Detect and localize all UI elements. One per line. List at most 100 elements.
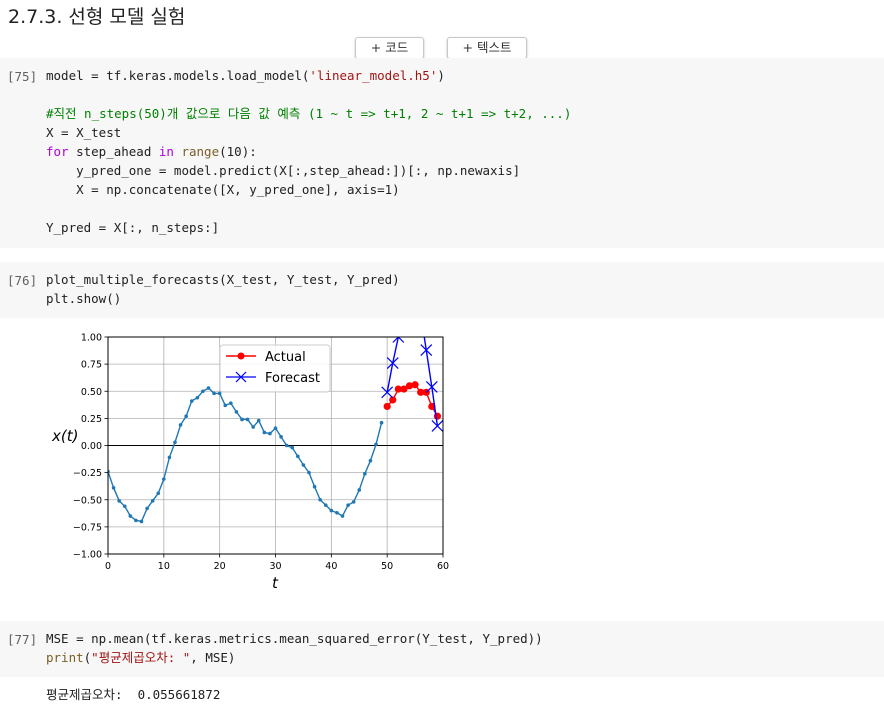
x-axis-label: t bbox=[272, 574, 279, 592]
y-tick-label: −1.00 bbox=[73, 550, 102, 561]
data-point bbox=[368, 458, 373, 463]
data-point bbox=[189, 399, 194, 403]
x-tick-label: 40 bbox=[325, 561, 337, 572]
code-cell[interactable]: [75] model = tf.keras.models.load_model(… bbox=[0, 58, 884, 248]
data-point bbox=[195, 395, 200, 400]
y-tick-label: −0.75 bbox=[73, 522, 102, 533]
code-line: for step_ahead in range(10): bbox=[46, 144, 257, 159]
execution-count: [75] bbox=[7, 69, 38, 84]
data-point bbox=[122, 504, 127, 509]
data-point bbox=[178, 423, 183, 427]
code-editor[interactable]: MSE = np.mean(tf.keras.metrics.mean_squa… bbox=[46, 629, 543, 667]
legend-forecast-label: Forecast bbox=[265, 371, 320, 386]
code-line: model = tf.keras.models.load_model('line… bbox=[46, 68, 445, 83]
data-point bbox=[346, 503, 350, 507]
y-tick-label: −0.25 bbox=[73, 468, 102, 479]
data-point bbox=[240, 417, 244, 422]
actual-point bbox=[433, 412, 442, 420]
code-cell[interactable]: [77] MSE = np.mean(tf.keras.metrics.mean… bbox=[0, 621, 884, 677]
data-point bbox=[301, 463, 306, 467]
series-time-series bbox=[108, 386, 384, 524]
data-point bbox=[156, 491, 161, 496]
actual-point bbox=[383, 402, 391, 411]
legend-actual-label: Actual bbox=[265, 350, 306, 365]
add-code-button[interactable]: + 코드 bbox=[355, 37, 424, 59]
code-line: #직전 n_steps(50)개 값으로 다음 값 예측 (1 ~ t => t… bbox=[46, 106, 572, 121]
data-point bbox=[184, 414, 188, 419]
data-point bbox=[296, 454, 300, 459]
execution-count: [77] bbox=[7, 632, 38, 647]
legend-actual-marker bbox=[237, 352, 245, 360]
series-line bbox=[108, 387, 383, 523]
data-point bbox=[201, 389, 205, 394]
y-tick-label: −0.50 bbox=[73, 495, 102, 506]
code-cell[interactable]: [76] plot_multiple_forecasts(X_test, Y_t… bbox=[0, 262, 884, 318]
data-point bbox=[284, 443, 289, 448]
data-point bbox=[229, 401, 233, 405]
y-tick-label: 0.25 bbox=[81, 414, 102, 425]
code-editor[interactable]: model = tf.keras.models.load_model('line… bbox=[46, 66, 571, 237]
x-tick-label: 50 bbox=[381, 561, 393, 572]
data-point bbox=[217, 391, 222, 396]
data-point bbox=[117, 499, 121, 503]
data-point bbox=[167, 455, 172, 460]
data-point bbox=[134, 518, 138, 523]
data-point bbox=[162, 477, 166, 481]
data-point bbox=[234, 410, 239, 414]
data-point bbox=[374, 442, 378, 447]
data-point bbox=[290, 445, 295, 450]
data-point bbox=[318, 497, 322, 502]
data-point bbox=[323, 503, 328, 507]
data-point bbox=[251, 425, 255, 429]
legend: Actual Forecast bbox=[219, 344, 331, 393]
x-tick-label: 20 bbox=[214, 561, 226, 572]
data-point bbox=[111, 486, 116, 490]
y-axis-label: x(t) bbox=[51, 427, 78, 445]
x-tick-label: 0 bbox=[105, 561, 111, 572]
data-point bbox=[329, 508, 334, 513]
series-forecast bbox=[381, 337, 443, 432]
data-point bbox=[357, 488, 362, 492]
data-point bbox=[262, 430, 267, 435]
data-point bbox=[150, 499, 155, 503]
x-tick-label: 10 bbox=[158, 561, 170, 572]
data-point bbox=[139, 519, 144, 524]
data-point bbox=[351, 500, 356, 504]
cell-output: 평균제곱오차: 0.055661872 bbox=[46, 687, 221, 702]
data-point bbox=[268, 431, 272, 436]
add-text-button[interactable]: + 텍스트 bbox=[447, 37, 527, 59]
data-point bbox=[363, 471, 367, 476]
x-tick-label: 60 bbox=[437, 561, 449, 572]
x-tick-label: 30 bbox=[269, 561, 281, 572]
data-point bbox=[223, 403, 228, 408]
code-line: y_pred_one = model.predict(X[:,step_ahea… bbox=[46, 163, 521, 178]
data-point bbox=[173, 440, 177, 445]
data-point bbox=[212, 391, 216, 396]
code-editor[interactable]: plot_multiple_forecasts(X_test, Y_test, … bbox=[46, 270, 400, 308]
forecast-point bbox=[386, 357, 399, 369]
data-point bbox=[312, 484, 317, 489]
data-point bbox=[307, 470, 311, 475]
data-point bbox=[279, 435, 283, 439]
code-line: print("평균제곱오차: ", MSE) bbox=[46, 650, 236, 665]
data-point bbox=[273, 426, 278, 430]
data-point bbox=[128, 514, 133, 518]
y-tick-label: 1.00 bbox=[81, 333, 102, 344]
data-point bbox=[256, 418, 261, 423]
forecast-plot: 0 10 20 30 40 50 60 −1.00 −0.75 −0.50 −0.25 0.00 0.2… bbox=[51, 333, 449, 593]
code-line: X = np.concatenate([X, y_pred_one], axis… bbox=[46, 182, 400, 197]
data-point bbox=[335, 510, 339, 515]
data-point bbox=[206, 386, 211, 390]
data-point bbox=[145, 506, 149, 511]
code-line: Y_pred = X[:, n_steps:] bbox=[46, 220, 220, 235]
data-point bbox=[340, 514, 345, 518]
y-tick-label: 0.75 bbox=[81, 360, 102, 371]
section-title: 2.7.3. 선형 모델 실험 bbox=[8, 6, 186, 28]
data-point bbox=[379, 420, 384, 425]
code-line: plot_multiple_forecasts(X_test, Y_test, … bbox=[46, 272, 400, 287]
y-tick-label: 0.50 bbox=[81, 387, 102, 398]
y-tick-label: 0.00 bbox=[81, 441, 102, 452]
code-line: plt.show() bbox=[46, 291, 122, 306]
